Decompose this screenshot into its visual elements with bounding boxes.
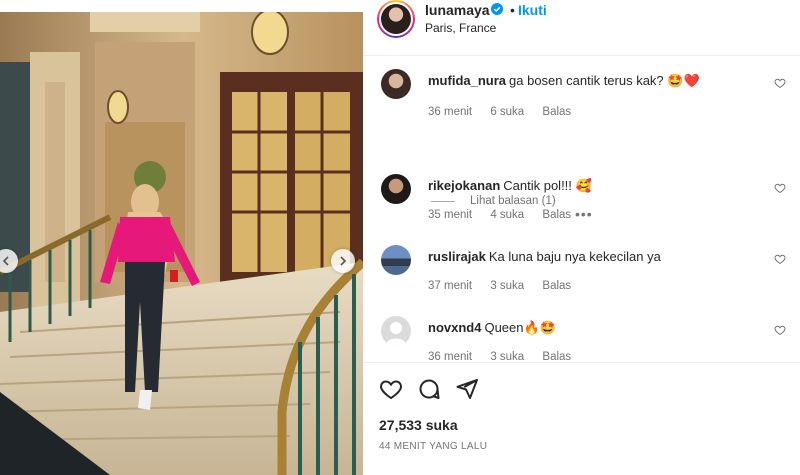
comment-age: 35 menit: [428, 209, 473, 221]
separator-dot: •: [510, 2, 515, 18]
post-details-panel: lunamaya • Ikuti Paris, France mufida_nu…: [363, 0, 800, 475]
reply-button[interactable]: Balas: [542, 209, 571, 221]
comment-likes[interactable]: 6 suka: [490, 106, 524, 118]
comment-text: Cantik pol!!! 🥰: [503, 178, 592, 193]
verified-badge-icon: [491, 3, 503, 15]
heart-icon[interactable]: [379, 377, 403, 401]
commenter-username[interactable]: ruslirajak: [428, 249, 486, 264]
comment-like-icon[interactable]: [774, 324, 786, 336]
comment-like-icon[interactable]: [774, 77, 786, 89]
follow-button[interactable]: Ikuti: [518, 2, 547, 18]
comment-options-button[interactable]: •••: [575, 206, 593, 222]
comment-likes[interactable]: 3 suka: [490, 280, 524, 292]
comment-like-icon[interactable]: [774, 182, 786, 194]
author-avatar[interactable]: [377, 0, 415, 38]
reply-button[interactable]: Balas: [542, 351, 571, 362]
commenter-username[interactable]: mufida_nura: [428, 73, 506, 88]
next-photo-button[interactable]: [331, 249, 355, 273]
comment-text: ga bosen cantik terus kak? 🤩❤️: [509, 73, 700, 88]
chevron-left-icon: [2, 256, 9, 266]
commenter-avatar[interactable]: [381, 316, 411, 346]
commenter-username[interactable]: novxnd4: [428, 320, 481, 335]
reply-button[interactable]: Balas: [542, 106, 571, 118]
comment-text: Ka luna baju nya kekecilan ya: [488, 249, 661, 264]
default-avatar-icon: [385, 322, 407, 346]
like-count[interactable]: 27,533 suka: [379, 417, 458, 433]
comment-age: 37 menit: [428, 280, 473, 292]
post-header: lunamaya • Ikuti Paris, France: [363, 0, 800, 56]
author-username[interactable]: lunamaya: [425, 2, 490, 18]
comment-age: 36 menit: [428, 106, 473, 118]
reply-button[interactable]: Balas: [542, 280, 571, 292]
commenter-avatar[interactable]: [381, 245, 411, 275]
comment-likes[interactable]: 4 suka: [490, 209, 524, 221]
comment-likes[interactable]: 3 suka: [490, 351, 524, 362]
comment-text: Queen🔥🤩: [484, 320, 556, 335]
view-replies-label[interactable]: Lihat balasan (1): [470, 195, 556, 207]
action-bar: [379, 377, 479, 401]
commenter-username[interactable]: rikejokanan: [428, 178, 500, 193]
comment-like-icon[interactable]: [774, 253, 786, 265]
post-timestamp: 44 MENIT YANG LALU: [379, 441, 488, 452]
photo-illustration: [0, 12, 363, 475]
view-replies-button[interactable]: Lihat balasan (1): [431, 195, 556, 207]
commenter-avatar[interactable]: [381, 174, 411, 204]
post-footer: 27,533 suka 44 MENIT YANG LALU: [363, 362, 800, 475]
chevron-right-icon: [340, 256, 347, 266]
comments-list[interactable]: mufida_nura ga bosen cantik terus kak? 🤩❤…: [363, 57, 800, 362]
post-location[interactable]: Paris, France: [425, 21, 496, 35]
send-icon[interactable]: [455, 377, 479, 401]
comment-age: 36 menit: [428, 351, 473, 362]
replies-divider: [431, 200, 455, 202]
post-photo[interactable]: [0, 12, 363, 475]
comment-icon[interactable]: [417, 377, 441, 401]
commenter-avatar[interactable]: [381, 69, 411, 99]
